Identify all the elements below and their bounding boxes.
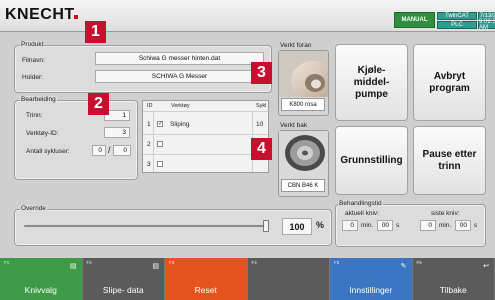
abort-program-button[interactable]: Avbryt program [413,44,486,121]
row-id: 3 [147,161,151,168]
document-icon: ▤ [69,263,77,270]
annotation-badge-3: 3 [251,62,272,84]
produkt-title: Produkt [20,41,45,48]
override-value-field[interactable]: 100 [282,218,312,235]
annotation-badge-2: 2 [88,93,109,115]
behandlingstid-title: Behandlingstid [338,200,383,207]
logo-red-dot [74,15,78,19]
table-divider [143,154,268,155]
hmi-screen: KNECHT MANUAL TwinCAT 7/13/2021 PLC 9:09… [0,0,495,300]
current-min-field: 0 [342,220,358,231]
sykluser-total-field: 0 [113,145,131,156]
holder-label: Holder: [22,74,43,81]
wrench-icon: ✎ [400,263,407,270]
function-key-number: F2 [86,260,92,265]
last-sec-field: 00 [455,220,471,231]
holder-field: SCHIWA G Messer [95,70,264,83]
function-key-5[interactable]: F5 ✎ Innstillinger [330,258,413,300]
override-unit: % [316,220,325,230]
trinn-label: Trinn: [26,112,43,119]
function-key-number: F1 [4,260,10,265]
abort-program-label: Avbryt program [429,70,470,94]
override-slider-track[interactable] [24,225,266,227]
function-key-label: Reset [194,285,217,295]
tool-back-title: Verkt bak [280,122,308,129]
function-key-label: Knivvalg [24,285,57,295]
bearbeiding-title: Bearbeiding [20,96,57,103]
function-key-number: F3 [169,260,175,265]
row-cycles: 10 [256,121,264,128]
home-position-label: Grunnstilling [340,154,403,166]
row-id: 2 [147,141,151,148]
grinding-wheel-front-icon [279,51,335,101]
table-divider [143,134,268,135]
runtime-status: TwinCAT [437,12,477,20]
table-row[interactable]: 1 ✓ Sliping 10 [143,116,268,132]
last-knife-label: siste kniv: [431,210,460,217]
document-icon: ▤ [152,263,159,270]
annotation-badge-4: 4 [251,138,272,160]
row-tool-name: Sliping [170,121,190,128]
table-row[interactable]: 3 [143,156,268,172]
function-key-label: Innstillinger [349,285,393,295]
pause-after-step-button[interactable]: Pause etter trinn [413,126,486,195]
verktoy-id-field: 3 [104,127,130,138]
row-checkbox[interactable] [157,161,163,167]
grinding-wheel-back-icon [279,131,328,179]
mode-indicator: MANUAL [394,12,435,28]
filnavn-label: Filnavn: [22,57,45,64]
function-key-label: Slipe- data [102,285,144,295]
function-key-number: F5 [334,260,340,265]
min-unit: min. [361,222,374,229]
sykluser-separator: / [108,145,111,155]
coolant-pump-label: Kjøle-middel-pumpe [353,64,390,100]
sykluser-done-field: 0 [92,145,106,156]
pause-after-step-label: Pause etter trinn [422,148,477,172]
sec-unit: s [474,222,478,229]
current-knife-label: aktuell kniv: [345,210,379,217]
last-min-field: 0 [420,220,436,231]
function-key-number: F4 [251,260,257,265]
function-key-label: Tilbake [439,285,467,295]
function-key-4[interactable]: F4 [247,258,330,300]
home-position-button[interactable]: Grunnstilling [335,126,408,195]
time-display: 9:09:35 AM [478,19,495,31]
sec-unit: s [396,222,400,229]
table-row[interactable]: 2 [143,136,268,152]
table-header-id: ID [147,103,153,109]
verktoy-id-label: Verktøy-ID: [26,130,59,137]
current-sec-field: 00 [377,220,393,231]
function-key-3[interactable]: F3 Reset [165,258,248,300]
knecht-logo: KNECHT [5,6,75,23]
table-header-cycles: Sykl [256,103,267,109]
sykluser-label: Antall sykluser: [26,148,70,155]
table-header-tool: Verktøy [171,103,190,109]
tool-front-title: Verkt foran [280,42,312,49]
override-slider-thumb[interactable] [263,220,269,232]
plc-status: PLC [437,21,477,29]
function-key-6[interactable]: F6 ↩ Tilbake [412,258,495,300]
override-title: Override [20,205,47,212]
function-key-number: F6 [416,260,422,265]
function-key-2[interactable]: F2 ▤ Slipe- data [82,258,165,300]
tool-front-name: K800 rosa [281,98,325,111]
tool-back-name: CBN B46 K [281,179,325,192]
table-divider [143,111,268,112]
coolant-pump-button[interactable]: Kjøle-middel-pumpe [335,44,408,121]
back-arrow-icon: ↩ [483,263,489,270]
annotation-badge-1: 1 [85,21,106,43]
min-unit: min. [439,222,452,229]
function-key-1[interactable]: F1 ▤ Knivvalg [0,258,83,300]
row-checkbox[interactable] [157,141,163,147]
row-checkbox[interactable]: ✓ [157,121,163,127]
filnavn-field: Schiwa G messer hinten.dat [95,52,264,65]
row-id: 1 [147,121,151,128]
